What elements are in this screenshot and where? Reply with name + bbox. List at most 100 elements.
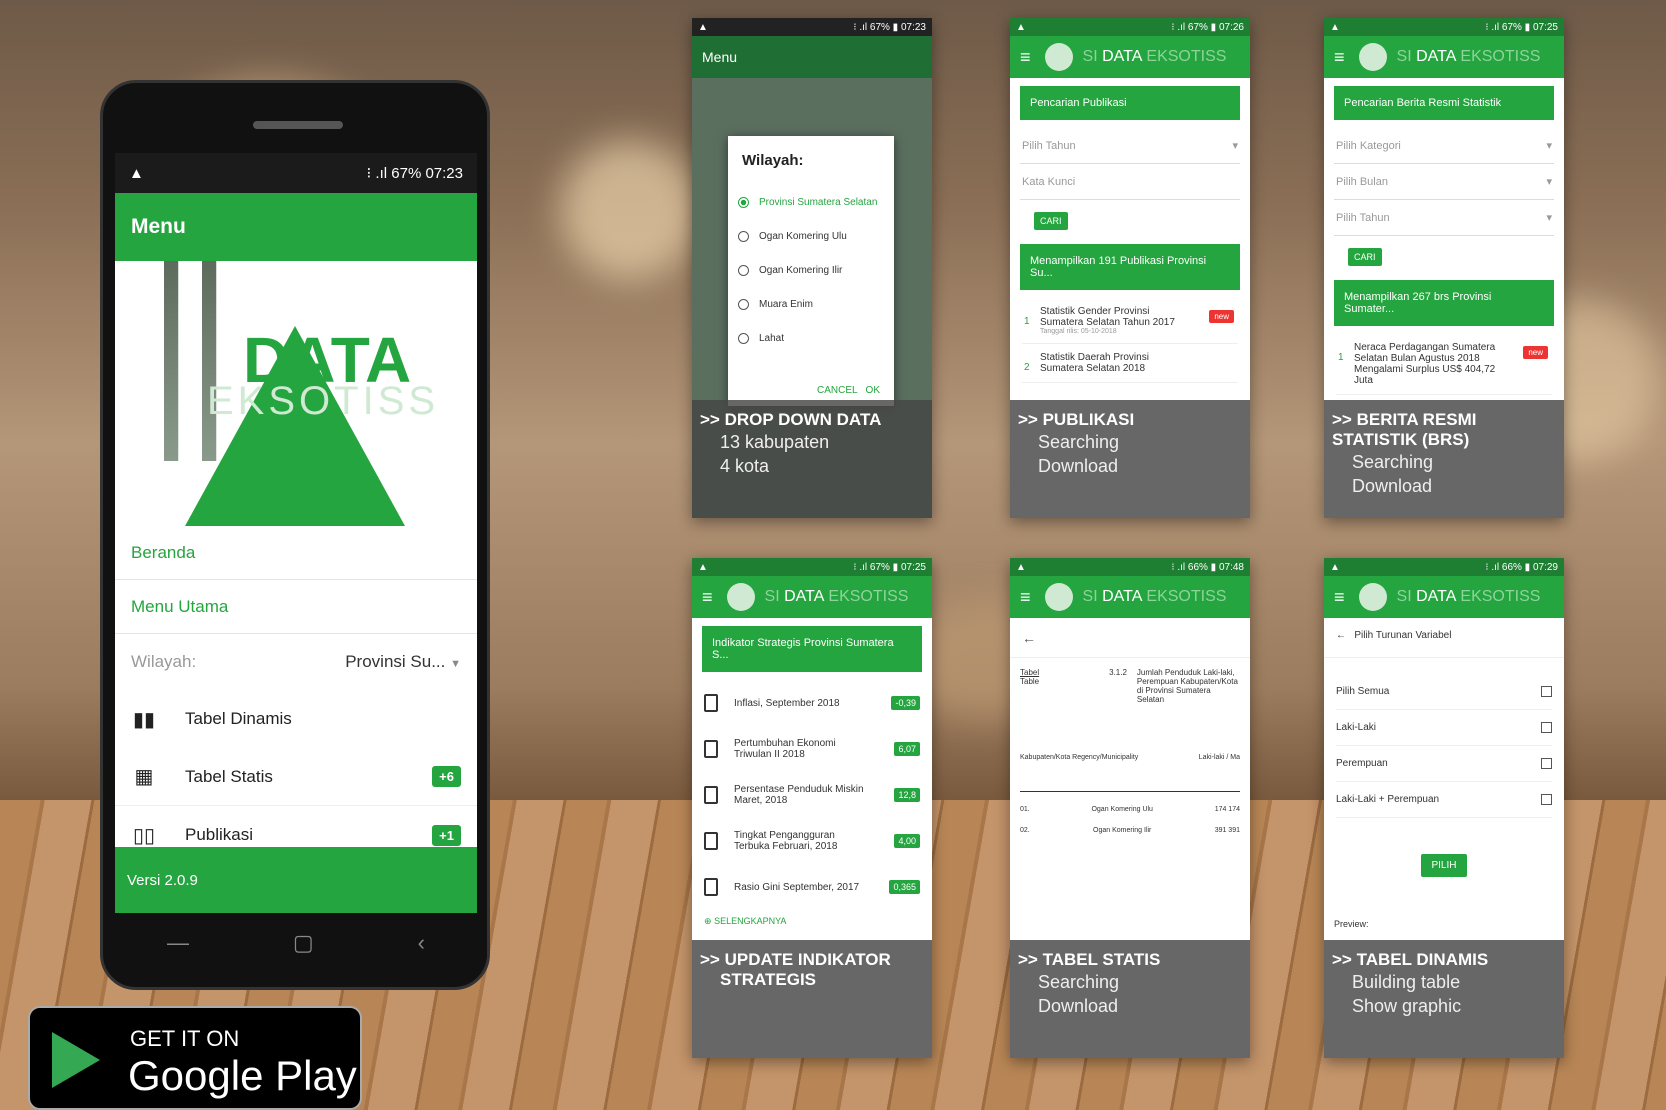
caption-title: >> TABEL DINAMIS [1332, 950, 1489, 969]
checkbox-label: Laki-Laki + Perempuan [1336, 794, 1440, 805]
caption-line: Download [1352, 476, 1433, 496]
option-label: Muara Enim [759, 298, 813, 310]
back-arrow-icon[interactable]: ← [1336, 630, 1346, 641]
google-play-badge[interactable]: GET IT ON Google Play [28, 1006, 362, 1110]
home-icon[interactable]: ▢ [293, 930, 314, 956]
section-header: Pencarian Berita Resmi Statistik [1334, 86, 1554, 120]
radio-option[interactable]: Lahat [728, 321, 894, 355]
signal-indicator: ⁝ .ıl 67% [366, 165, 422, 182]
ok-button[interactable]: OK [866, 385, 880, 396]
app-name: DATA [784, 588, 825, 605]
nav-tabel-statis[interactable]: ▦ Tabel Statis +6 [115, 748, 477, 806]
clipboard-icon [704, 740, 718, 758]
selengkapnya-link[interactable]: ⊕ SELENGKAPNYA [704, 916, 920, 927]
status-bar: ▲ ⁝ .ıl 67% ▮ 07:25 [1324, 18, 1564, 36]
option-label: Ogan Komering Ulu [759, 230, 847, 242]
item-number: 1 [1024, 316, 1030, 327]
radio-option[interactable]: Provinsi Sumatera Selatan [728, 185, 894, 219]
indicator-label: Persentase Penduduk Miskin Maret, 2018 [734, 784, 864, 806]
list-item[interactable]: 2 Statistik Daerah Provinsi Sumatera Sela… [1022, 344, 1238, 383]
phone-screen: ▲ ⁝ .ıl 67% 07:23 Menu DATA EKSOTISS Ber… [115, 153, 477, 913]
dialog-title: Wilayah: [742, 152, 804, 169]
app-name: DATA [1416, 588, 1457, 605]
checkbox-label: Pilih Semua [1336, 686, 1390, 697]
item-number: 1 [1338, 352, 1344, 363]
app-logo-icon [726, 583, 755, 611]
app-name: DATA [1416, 48, 1457, 65]
back-arrow-icon[interactable]: ← [1010, 618, 1250, 658]
hamburger-icon[interactable]: ≡ [1020, 47, 1031, 68]
radio-icon [738, 332, 749, 344]
app-name-si: SI [1396, 588, 1412, 605]
checkbox-icon[interactable] [1541, 794, 1552, 805]
caption-overlay: >> UPDATE INDIKATOR STRATEGIS [692, 940, 932, 1058]
hamburger-icon[interactable]: ≡ [702, 587, 713, 608]
dropdown-arrow-icon: ▾ [1546, 176, 1552, 188]
app-logo-icon [1358, 583, 1387, 611]
indicator-row[interactable]: Rasio Gini September, 2017 0,365 [704, 864, 920, 910]
checkbox-icon[interactable] [1541, 758, 1552, 769]
screenshot-tabel-dinamis: ▲ ⁝ .ıl 66% ▮ 07:29 ≡ SI DATA EKSOTISS ← Pi… [1324, 558, 1564, 1058]
header-label: Pilih Turunan Variabel [1354, 630, 1452, 641]
table-row: 01. Ogan Komering Ulu 174 174 [1020, 806, 1240, 813]
status-bar: ▲ ⁝ .ıl 67% ▮ 07:23 [692, 18, 932, 36]
indicator-row[interactable]: Tingkat Pengangguran Terbuka Februari, 2… [704, 818, 920, 864]
caption-line: 13 kabupaten [720, 432, 830, 452]
indicator-value: 0,365 [889, 880, 920, 894]
clipboard-icon [704, 786, 718, 804]
checkbox-row[interactable]: Perempuan [1336, 746, 1552, 782]
caption-overlay: >> PUBLIKASI Searching Download [1010, 400, 1250, 518]
status-time: 07:25 [1532, 21, 1558, 33]
cari-button[interactable]: CARI [1034, 212, 1068, 230]
indicator-row[interactable]: Pertumbuhan Ekonomi Triwulan II 2018 6,07 [704, 726, 920, 772]
checkbox-icon[interactable] [1541, 722, 1552, 733]
option-label: Provinsi Sumatera Selatan [759, 196, 878, 208]
menu-beranda[interactable]: Beranda [115, 526, 477, 580]
checkbox-icon[interactable] [1541, 686, 1552, 697]
tahun-select[interactable]: Pilih Tahun ▾ [1334, 200, 1554, 236]
tahun-select[interactable]: Pilih Tahun ▾ [1020, 128, 1240, 164]
keyword-input[interactable]: Kata Kunci [1020, 164, 1240, 200]
indicator-value: 6,07 [894, 742, 920, 756]
checkbox-row[interactable]: Pilih Semua [1336, 674, 1552, 710]
checkbox-label: Laki-Laki [1336, 722, 1377, 733]
indicator-row[interactable]: Persentase Penduduk Miskin Maret, 2018 12… [704, 772, 920, 818]
caption-line: 4 kota [720, 456, 770, 476]
result-header: Menampilkan 191 Publikasi Provinsi Su... [1020, 244, 1240, 290]
cancel-button[interactable]: CANCEL [817, 385, 857, 396]
back-icon[interactable]: ‹ [418, 930, 425, 956]
radio-option[interactable]: Ogan Komering Ulu [728, 219, 894, 253]
dropdown-arrow-icon: ▼ [450, 658, 461, 670]
caption-overlay: >> DROP DOWN DATA 13 kabupaten 4 kota [692, 400, 932, 518]
nav-tabel-dinamis[interactable]: ▮▮ Tabel Dinamis [115, 690, 477, 748]
recent-apps-icon[interactable]: — [167, 930, 189, 956]
caption-line: Searching [1038, 432, 1120, 452]
status-bar: ▲ ⁝ .ıl 67% 07:23 [115, 153, 477, 193]
status-time: 07:25 [900, 561, 926, 573]
checkbox-row[interactable]: Laki-Laki [1336, 710, 1552, 746]
bulan-select[interactable]: Pilih Bulan ▾ [1334, 164, 1554, 200]
radio-option[interactable]: Muara Enim [728, 287, 894, 321]
hamburger-icon[interactable]: ≡ [1334, 587, 1345, 608]
pilih-button[interactable]: PILIH [1421, 854, 1467, 877]
list-item[interactable]: 1 Statistik Gender Provinsi Sumatera Sela… [1022, 298, 1238, 344]
screenshot-dropdown: ▲ ⁝ .ıl 67% ▮ 07:23 Menu Wilayah: Provins… [692, 18, 932, 518]
hamburger-icon[interactable]: ≡ [1020, 587, 1031, 608]
cari-button[interactable]: CARI [1348, 248, 1382, 266]
item-title: Statistik Gender Provinsi Sumatera Selat… [1040, 306, 1175, 328]
caption-line: Show graphic [1352, 996, 1462, 1016]
wilayah-select[interactable]: Wilayah: Provinsi Su... ▼ [115, 634, 477, 690]
kategori-select[interactable]: Pilih Kategori ▾ [1334, 128, 1554, 164]
signal-indicator: ⁝ .ıl 67% ▮ [1485, 21, 1531, 33]
indicator-row[interactable]: Inflasi, September 2018 -0,39 [704, 680, 920, 726]
checkbox-row[interactable]: Laki-Laki + Perempuan [1336, 782, 1552, 818]
app-name: DATA [1102, 48, 1143, 65]
hamburger-icon[interactable]: ≡ [1334, 47, 1345, 68]
screenshot-brs: ▲ ⁝ .ıl 67% ▮ 07:25 ≡ SI DATA EKSOTISS Penc… [1324, 18, 1564, 518]
item-number: 2 [1024, 362, 1030, 373]
list-item[interactable]: 1 Neraca Perdagangan Sumatera Selatan Bul… [1336, 334, 1552, 395]
radio-option[interactable]: Ogan Komering Ilir [728, 253, 894, 287]
alert-icon: ▲ [1330, 561, 1340, 573]
app-bar: ≡ SI DATA EKSOTISS [692, 576, 932, 618]
menu-utama[interactable]: Menu Utama [115, 580, 477, 634]
